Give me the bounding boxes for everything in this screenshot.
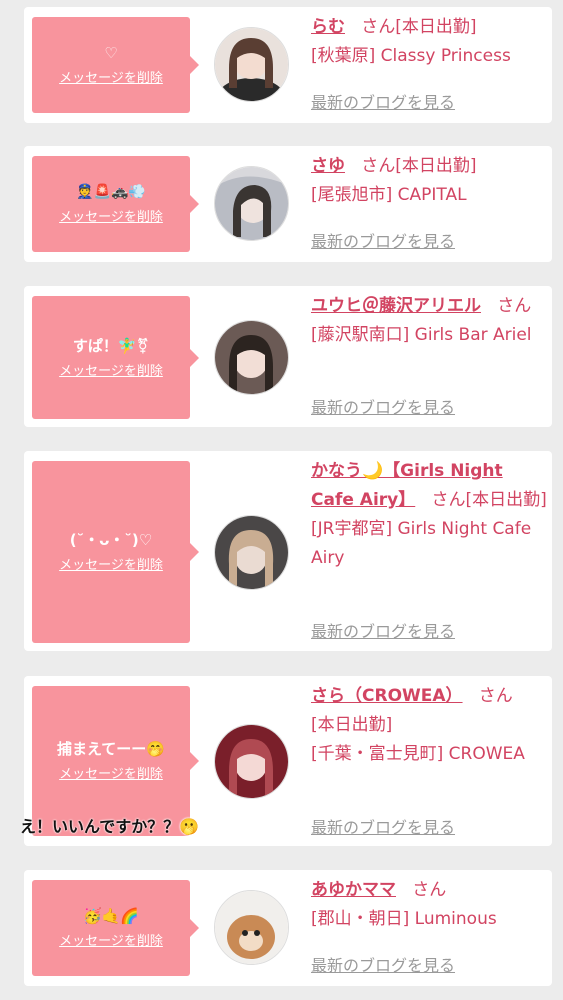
latest-blog-link[interactable]: 最新のブログを見る [311, 952, 455, 976]
shop-name: [秋葉原] Classy Princess [311, 46, 511, 66]
latest-blog-link[interactable]: 最新のブログを見る [311, 618, 455, 642]
cast-info: さら（CROWEA） さん [本日出勤] [千葉・富士見町] CROWEA [311, 682, 549, 769]
work-status: [本日出勤] [395, 156, 477, 176]
message-bubble: 🥳🤙🌈 メッセージを削除 [32, 880, 199, 976]
cast-name-link[interactable]: らむ [311, 17, 345, 37]
honorific: さん [361, 17, 396, 37]
cast-info: さゆ さん[本日出勤] [尾張旭市] CAPITAL [311, 152, 549, 210]
honorific: さん [478, 686, 513, 706]
delete-message-link[interactable]: メッセージを削除 [59, 210, 163, 226]
avatar[interactable] [214, 320, 289, 395]
cast-card: 👮🚨🚓💨 メッセージを削除 さゆ さん[本日出勤] [尾張旭市] CAPITAL… [24, 146, 552, 262]
message-bubble: 👮🚨🚓💨 メッセージを削除 [32, 156, 199, 252]
avatar[interactable] [214, 515, 289, 590]
message-bubble: 捕まえてーー🤭 メッセージを削除 [32, 686, 199, 836]
cast-card: 🥳🤙🌈 メッセージを削除 あゆかママ さん [郡山・朝日] Luminous 最… [24, 870, 552, 986]
honorific: さん [412, 880, 447, 900]
honorific: さん [431, 490, 466, 510]
honorific: さん [361, 156, 396, 176]
message-text: 👮🚨🚓💨 [76, 184, 146, 200]
cast-info: かなう🌙【Girls Night Cafe Airy】 さん[本日出勤] [JR… [311, 457, 549, 573]
message-bubble: (˘・ᴗ・˘)♡ メッセージを削除 [32, 461, 199, 643]
cast-name-link[interactable]: あゆかママ [311, 880, 396, 900]
delete-message-link[interactable]: メッセージを削除 [59, 71, 163, 87]
cast-name-link[interactable]: ユウヒ＠藤沢アリエル [311, 296, 481, 316]
cast-card: すぱ！🧚‍♂️⚧ メッセージを削除 ユウヒ＠藤沢アリエル さん [藤沢駅南口] … [24, 286, 552, 427]
delete-message-link[interactable]: メッセージを削除 [59, 558, 163, 574]
message-bubble: ♡ メッセージを削除 [32, 17, 199, 113]
avatar[interactable] [214, 890, 289, 965]
cast-info: あゆかママ さん [郡山・朝日] Luminous [311, 876, 549, 934]
overlay-caption: え！いいんですか？？🫢 [20, 817, 200, 836]
delete-message-link[interactable]: メッセージを削除 [59, 364, 163, 380]
delete-message-link[interactable]: メッセージを削除 [59, 934, 163, 950]
shop-name: [郡山・朝日] Luminous [311, 909, 497, 929]
avatar[interactable] [214, 166, 289, 241]
cast-name-link[interactable]: さら（CROWEA） [311, 686, 463, 706]
message-bubble: すぱ！🧚‍♂️⚧ メッセージを削除 [32, 296, 199, 419]
latest-blog-link[interactable]: 最新のブログを見る [311, 814, 455, 838]
work-status: [本日出勤] [395, 17, 477, 37]
shop-name: [藤沢駅南口] Girls Bar Ariel [311, 325, 532, 345]
avatar[interactable] [214, 724, 289, 799]
work-status: [本日出勤] [465, 490, 547, 510]
message-text: 捕まえてーー🤭 [57, 740, 165, 758]
latest-blog-link[interactable]: 最新のブログを見る [311, 89, 455, 113]
cast-info: らむ さん[本日出勤] [秋葉原] Classy Princess [311, 13, 549, 71]
shop-name: [尾張旭市] CAPITAL [311, 185, 467, 205]
message-text: 🥳🤙🌈 [82, 907, 140, 925]
honorific: さん [497, 296, 532, 316]
shop-name: [JR宇都宮] Girls Night Cafe Airy [311, 519, 532, 568]
message-text: ♡ [104, 44, 118, 62]
message-text: すぱ！🧚‍♂️⚧ [72, 336, 150, 355]
avatar[interactable] [214, 27, 289, 102]
shop-name: [千葉・富士見町] CROWEA [311, 744, 525, 764]
message-text: (˘・ᴗ・˘)♡ [69, 531, 153, 549]
latest-blog-link[interactable]: 最新のブログを見る [311, 394, 455, 418]
cast-name-link[interactable]: さゆ [311, 156, 345, 176]
delete-message-link[interactable]: メッセージを削除 [59, 767, 163, 783]
latest-blog-link[interactable]: 最新のブログを見る [311, 228, 455, 252]
work-status: [本日出勤] [311, 715, 393, 735]
cast-card: ♡ メッセージを削除 らむ さん[本日出勤] [秋葉原] Classy Prin… [24, 7, 552, 123]
cast-info: ユウヒ＠藤沢アリエル さん [藤沢駅南口] Girls Bar Ariel [311, 292, 549, 350]
cast-card: (˘・ᴗ・˘)♡ メッセージを削除 かなう🌙【Girls Night Cafe … [24, 451, 552, 651]
